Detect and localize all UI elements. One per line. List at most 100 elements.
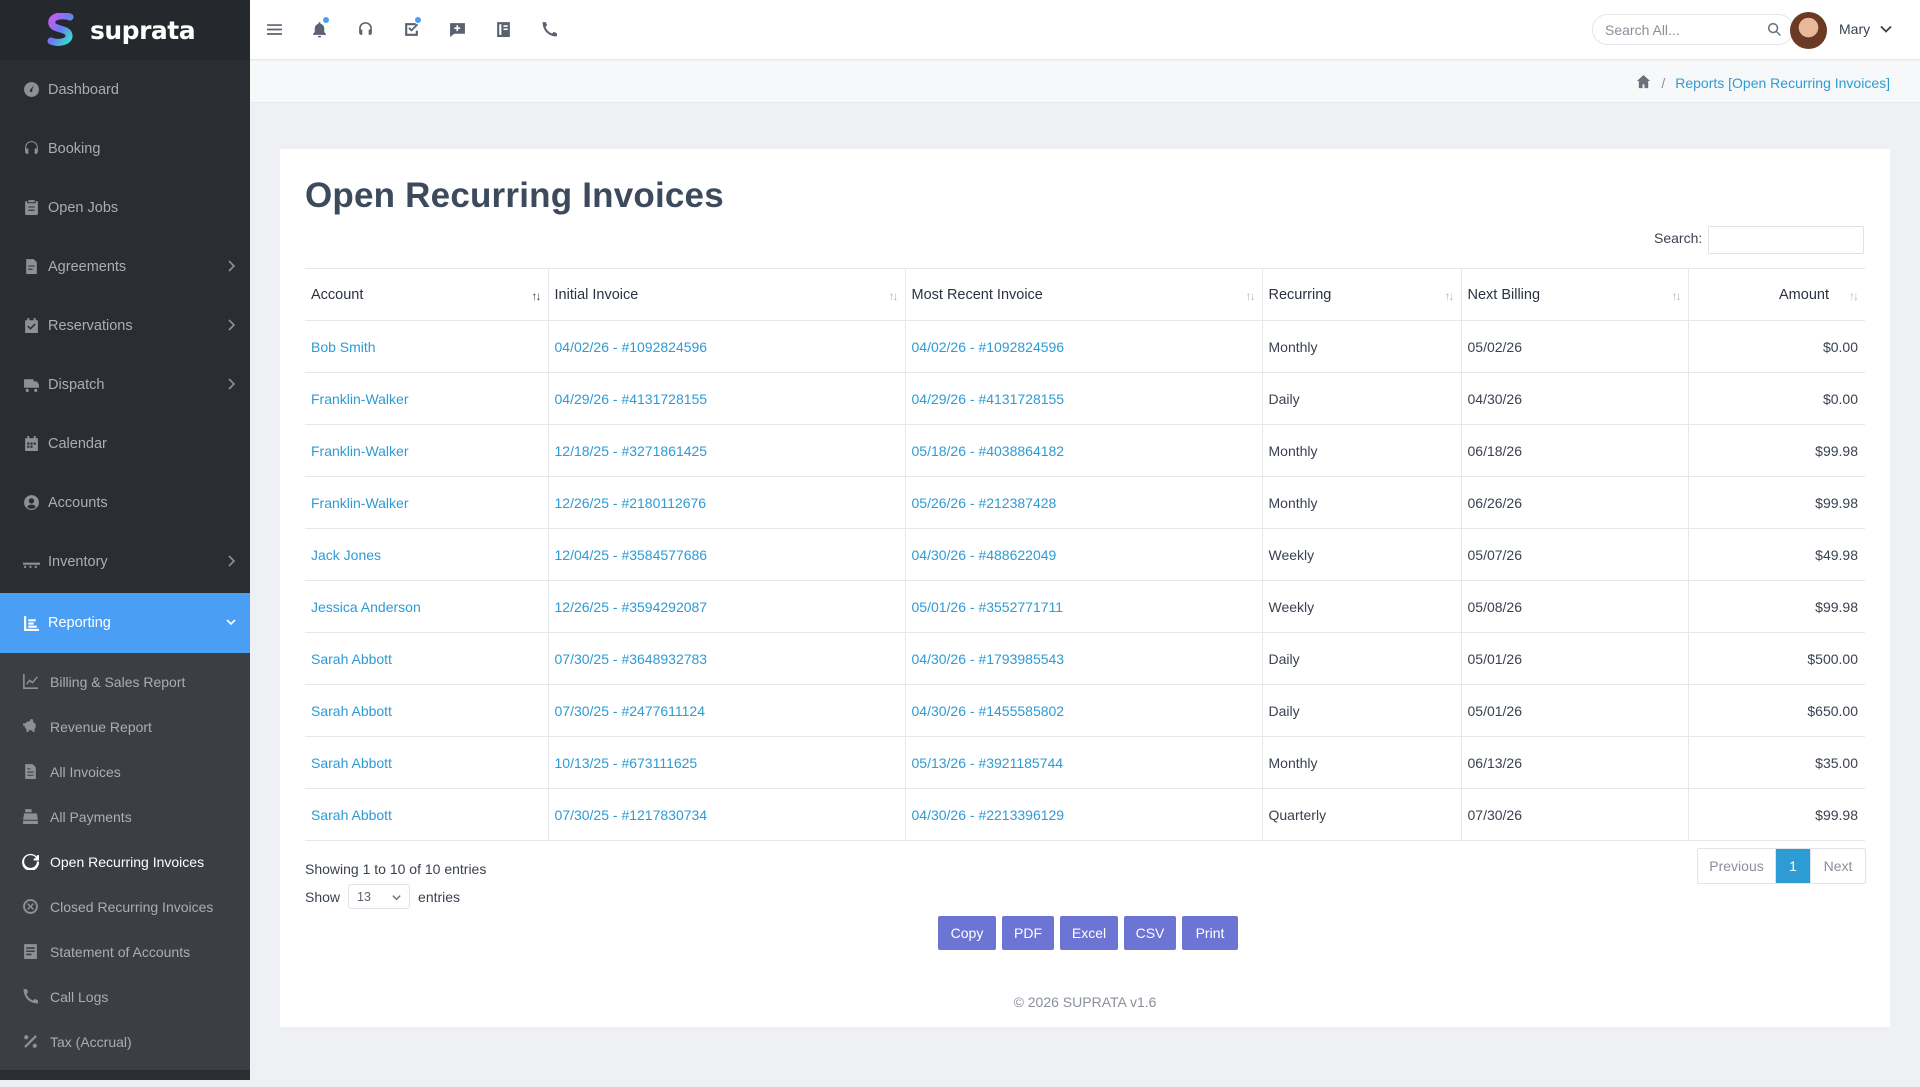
show-label: Show [305,888,341,905]
account-link[interactable]: Sarah Abbott [311,807,392,823]
initial-invoice-link[interactable]: 12/26/25 - #3594292087 [555,599,708,615]
refresh-icon [20,853,40,871]
account-link[interactable]: Sarah Abbott [311,651,392,667]
sidebar-subitem-open-recurring-invoices[interactable]: Open Recurring Invoices [0,839,250,884]
account-link[interactable]: Sarah Abbott [311,703,392,719]
breadcrumb-current[interactable]: Reports [Open Recurring Invoices] [1675,75,1890,91]
column-header-label: Amount [1779,286,1829,303]
table-row: Franklin-Walker 12/26/25 - #2180112676 0… [305,476,1865,529]
recent-invoice-link[interactable]: 04/30/26 - #1455585802 [912,703,1065,719]
recent-invoice-link[interactable]: 05/13/26 - #3921185744 [912,755,1064,771]
previous-page-button[interactable]: Previous [1698,849,1776,883]
recent-invoice-link[interactable]: 05/01/26 - #3552771711 [912,599,1064,615]
support-button[interactable] [354,18,376,40]
initial-invoice-link[interactable]: 04/29/26 - #4131728155 [555,391,708,407]
tasks-button[interactable] [400,17,422,40]
table-search-input[interactable] [1708,226,1864,254]
initial-invoice-link[interactable]: 04/02/26 - #1092824596 [555,339,708,355]
sidebar-item-open-jobs[interactable]: Open Jobs [0,178,250,237]
column-header-most-recent-invoice[interactable]: Most Recent Invoice ↑↓ [904,268,1262,321]
recent-invoice-link[interactable]: 04/29/26 - #4131728155 [912,391,1065,407]
avatar[interactable] [1790,12,1827,49]
notebook-icon [496,21,510,37]
recurring-cell: Monthly [1261,320,1461,373]
sidebar-subitem-billing-sales-report[interactable]: Billing & Sales Report [0,659,250,704]
search-icon[interactable] [1767,22,1783,38]
column-header-account[interactable]: Account ↑↓ [305,268,548,321]
home-icon[interactable] [1636,74,1651,92]
recent-invoice-link[interactable]: 04/30/26 - #488622049 [912,547,1057,563]
recent-invoice-link[interactable]: 04/30/26 - #1793985543 [912,651,1065,667]
initial-invoice-link[interactable]: 07/30/25 - #3648932783 [555,651,708,667]
next-billing-cell: 05/01/26 [1460,632,1688,685]
amount-cell: $650.00 [1687,684,1865,737]
next-billing-cell: 05/01/26 [1460,684,1688,737]
call-button[interactable] [538,18,560,40]
column-header-next-billing[interactable]: Next Billing ↑↓ [1460,268,1688,321]
sidebar-item-inventory[interactable]: Inventory [0,532,250,591]
piggy-bank-icon [20,718,40,736]
recurring-invoices-table: Account ↑↓ Initial Invoice ↑↓ Most Recent … [305,268,1865,841]
csv-button[interactable]: CSV [1124,916,1176,950]
recent-invoice-link[interactable]: 05/18/26 - #4038864182 [912,443,1065,459]
user-name[interactable]: Mary [1839,21,1870,37]
account-link[interactable]: Sarah Abbott [311,755,392,771]
notifications-button[interactable] [308,17,330,40]
brand[interactable]: suprata [0,0,250,60]
initial-invoice-link[interactable]: 12/04/25 - #3584577686 [555,547,708,563]
initial-invoice-link[interactable]: 07/30/25 - #2477611124 [555,703,706,719]
sidebar-subitem-statement-of-accounts[interactable]: Statement of Accounts [0,929,250,974]
copy-button[interactable]: Copy [938,916,996,950]
sidebar-item-dispatch[interactable]: Dispatch [0,355,250,414]
table-row: Sarah Abbott 07/30/25 - #2477611124 04/3… [305,684,1865,737]
account-link[interactable]: Bob Smith [311,339,376,355]
notes-button[interactable] [492,18,514,40]
sidebar: suprata Dashboard Booking Open Jobs Agre… [0,0,250,1080]
sidebar-subitem-revenue-report[interactable]: Revenue Report [0,704,250,749]
initial-invoice-link[interactable]: 12/18/25 - #3271861425 [555,443,708,459]
excel-button[interactable]: Excel [1060,916,1118,950]
sidebar-item-booking[interactable]: Booking [0,119,250,178]
recent-invoice-link[interactable]: 04/02/26 - #1092824596 [912,339,1065,355]
account-link[interactable]: Jack Jones [311,547,381,563]
sidebar-subitem-label: Revenue Report [50,718,152,735]
sidebar-subitem-all-payments[interactable]: All Payments [0,794,250,839]
sidebar-item-dashboard[interactable]: Dashboard [0,60,250,119]
cash-register-icon [20,808,40,826]
recent-invoice-link[interactable]: 05/26/26 - #212387428 [912,495,1057,511]
next-billing-cell: 05/07/26 [1460,528,1688,581]
sidebar-subitem-tax-accrual[interactable]: Tax (Accrual) [0,1019,250,1064]
print-button[interactable]: Print [1182,916,1238,950]
page-length-select[interactable]: 13 [348,884,411,909]
messages-button[interactable] [446,18,468,40]
next-page-button[interactable]: Next [1810,849,1865,883]
account-link[interactable]: Franklin-Walker [311,391,409,407]
column-header-initial-invoice[interactable]: Initial Invoice ↑↓ [547,268,905,321]
recurring-cell: Daily [1261,372,1461,425]
initial-invoice-link[interactable]: 10/13/25 - #673111625 [555,755,698,771]
sidebar-subitem-closed-recurring-invoices[interactable]: Closed Recurring Invoices [0,884,250,929]
pdf-button[interactable]: PDF [1002,916,1054,950]
task-check-icon [404,22,418,36]
sidebar-subitem-label: Tax (Accrual) [50,1033,132,1050]
account-link[interactable]: Franklin-Walker [311,443,409,459]
global-search[interactable] [1592,14,1794,45]
initial-invoice-link[interactable]: 12/26/25 - #2180112676 [555,495,707,511]
recent-invoice-link[interactable]: 04/30/26 - #2213396129 [912,807,1065,823]
chevron-down-icon[interactable] [1879,22,1893,36]
sidebar-item-reservations[interactable]: Reservations [0,296,250,355]
page-1-button[interactable]: 1 [1776,849,1810,883]
menu-toggle-button[interactable] [263,18,285,40]
initial-invoice-link[interactable]: 07/30/25 - #1217830734 [555,807,708,823]
sidebar-item-agreements[interactable]: Agreements [0,237,250,296]
account-link[interactable]: Franklin-Walker [311,495,409,511]
column-header-amount[interactable]: Amount ↑↓ [1687,268,1865,321]
sidebar-item-calendar[interactable]: Calendar [0,414,250,473]
account-link[interactable]: Jessica Anderson [311,599,421,615]
global-search-input[interactable] [1605,21,1755,38]
column-header-recurring[interactable]: Recurring ↑↓ [1261,268,1461,321]
sidebar-item-accounts[interactable]: Accounts [0,473,250,532]
sidebar-subitem-all-invoices[interactable]: All Invoices [0,749,250,794]
sidebar-item-reporting[interactable]: Reporting [0,593,250,653]
sidebar-subitem-call-logs[interactable]: Call Logs [0,974,250,1019]
